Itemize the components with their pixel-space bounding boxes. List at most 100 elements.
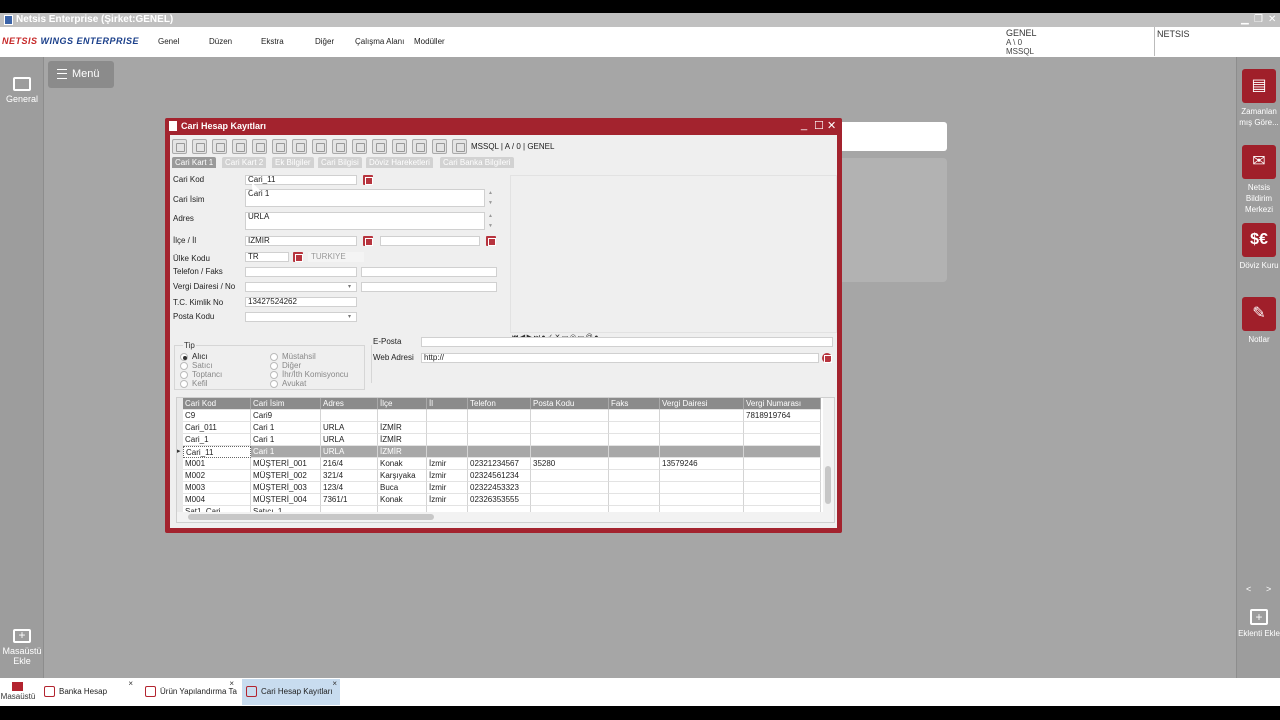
- minimize-icon[interactable]: ▁: [1241, 13, 1249, 27]
- grid-vertical-scrollbar[interactable]: [823, 398, 834, 522]
- grid-horizontal-scroll-thumb[interactable]: [188, 514, 434, 520]
- grid-cell: 02324561234: [468, 470, 531, 482]
- cari-grid[interactable]: Cari Kod Cari İsim Adres İlçe İl Telefon Posta…: [176, 397, 835, 523]
- notification-center-button[interactable]: ✉ Netsis Bildirim Merkezi: [1237, 145, 1280, 215]
- next-record-icon[interactable]: [212, 139, 227, 154]
- ilce-lookup-icon[interactable]: [363, 236, 373, 246]
- save-icon[interactable]: [272, 139, 287, 154]
- posta-kodu-select[interactable]: [245, 312, 357, 322]
- first-record-icon[interactable]: [172, 139, 187, 154]
- report-icon[interactable]: [392, 139, 407, 154]
- user-icon[interactable]: [332, 139, 347, 154]
- main-menu-button[interactable]: Menü: [48, 61, 114, 88]
- taskbar-home-button[interactable]: Masaüstü: [0, 678, 36, 706]
- adres-spin-icon[interactable]: ▲ ▼: [488, 214, 493, 229]
- globe-icon[interactable]: [822, 353, 832, 363]
- taskbar-tab-close-icon[interactable]: ×: [128, 671, 133, 697]
- telefon-field[interactable]: [245, 267, 357, 277]
- tc-kimlik-field[interactable]: 13427524262: [245, 297, 357, 307]
- scheduled-tasks-button[interactable]: ▤ Zamanlan mış Göre...: [1237, 69, 1280, 128]
- window-icon: [44, 686, 55, 697]
- panel-next-button[interactable]: >: [1266, 584, 1271, 594]
- grid-column-header[interactable]: Vergi Dairesi: [660, 398, 744, 410]
- grid-column-header[interactable]: Adres: [321, 398, 378, 410]
- taskbar-tab-urun[interactable]: Ürün Yapılandırma Ta ×: [141, 679, 237, 705]
- window-close-button[interactable]: ✕: [827, 119, 836, 132]
- menu-duzen[interactable]: Düzen: [209, 37, 232, 46]
- adres-field[interactable]: URLA: [245, 212, 485, 230]
- window-maximize-button[interactable]: ☐: [814, 119, 824, 132]
- tab-ek-bilgiler[interactable]: Ek Bilgiler: [272, 157, 314, 168]
- tab-cari-kart-2[interactable]: Cari Kart 2: [222, 157, 267, 168]
- tip-radio-alici[interactable]: [180, 353, 188, 361]
- taskbar-tab-banka[interactable]: Banka Hesap Kayıtlar ×: [40, 679, 136, 720]
- general-desktop-button[interactable]: General: [0, 77, 44, 104]
- tab-cari-bilgisi[interactable]: Cari Bilgisi: [318, 157, 362, 168]
- tip-radio-ihr-ith[interactable]: [270, 371, 278, 379]
- cari-isim-field[interactable]: Cari 1: [245, 189, 485, 207]
- add-desktop-button[interactable]: + Masaüstü Ekle: [0, 629, 44, 666]
- menu-genel[interactable]: Genel: [158, 37, 179, 46]
- notes-button[interactable]: ✎ Notlar: [1237, 297, 1280, 345]
- edit-icon[interactable]: [352, 139, 367, 154]
- window-minimize-button[interactable]: _: [801, 119, 807, 131]
- open-icon[interactable]: [252, 139, 267, 154]
- menu-diger[interactable]: Diğer: [315, 37, 334, 46]
- taskbar-tab-close-icon[interactable]: ×: [332, 671, 337, 697]
- il-lookup-icon[interactable]: [486, 236, 496, 246]
- grid-column-header[interactable]: Vergi Numarası: [744, 398, 821, 410]
- menu-moduller[interactable]: Modüller: [414, 37, 445, 46]
- eposta-label: E-Posta: [373, 337, 402, 346]
- cari-kod-lookup-icon[interactable]: [363, 175, 373, 185]
- grid-horizontal-scrollbar[interactable]: [177, 512, 823, 522]
- link-icon[interactable]: [412, 139, 427, 154]
- grid-column-header[interactable]: Telefon: [468, 398, 531, 410]
- ulke-lookup-icon[interactable]: [293, 252, 303, 262]
- grid-column-header[interactable]: Posta Kodu: [531, 398, 609, 410]
- tab-doviz-hareketleri[interactable]: Döviz Hareketleri: [366, 157, 433, 168]
- il-field[interactable]: [380, 236, 480, 246]
- add-plugin-button[interactable]: + Eklenti Ekle: [1237, 609, 1280, 639]
- panel-prev-button[interactable]: <: [1246, 584, 1251, 594]
- posta-kodu-dropdown-icon[interactable]: ▾: [348, 313, 351, 320]
- menu-ekstra[interactable]: Ekstra: [261, 37, 284, 46]
- cari-isim-spin-icon[interactable]: ▲ ▼: [488, 191, 493, 206]
- grid-cell: Cari_011: [183, 422, 251, 434]
- tip-radio-diger[interactable]: [270, 362, 278, 370]
- exchange-rate-button[interactable]: $€ Döviz Kuru: [1237, 223, 1280, 271]
- restore-icon[interactable]: ❐: [1254, 13, 1263, 27]
- web-adresi-field[interactable]: http://: [421, 353, 819, 363]
- settings-icon[interactable]: [452, 139, 467, 154]
- vergi-dairesi-select[interactable]: [245, 282, 357, 292]
- cari-kod-field[interactable]: Cari_11: [245, 175, 357, 185]
- tip-radio-avukat[interactable]: [270, 380, 278, 388]
- taskbar-tab-close-icon[interactable]: ×: [229, 671, 234, 697]
- grid-vertical-scroll-thumb[interactable]: [825, 466, 831, 504]
- faks-field[interactable]: [361, 267, 497, 277]
- prev-record-icon[interactable]: [192, 139, 207, 154]
- tab-cari-banka-bilgileri[interactable]: Cari Banka Bilgileri: [440, 157, 514, 168]
- lock-icon[interactable]: [432, 139, 447, 154]
- grid-column-header[interactable]: İlçe: [378, 398, 427, 410]
- print-icon[interactable]: [372, 139, 387, 154]
- tip-radio-satici[interactable]: [180, 362, 188, 370]
- tip-radio-kefil[interactable]: [180, 380, 188, 388]
- ulke-kodu-field[interactable]: TR: [245, 252, 289, 262]
- grid-column-header[interactable]: Faks: [609, 398, 660, 410]
- grid-column-header[interactable]: İl: [427, 398, 468, 410]
- tip-radio-toptanci[interactable]: [180, 371, 188, 379]
- delete-icon[interactable]: [292, 139, 307, 154]
- eposta-field[interactable]: [421, 337, 833, 347]
- menu-calisma-alani[interactable]: Çalışma Alanı: [355, 37, 404, 46]
- grid-column-header[interactable]: Cari Kod: [183, 398, 251, 410]
- ilce-field[interactable]: İZMİR: [245, 236, 357, 246]
- grid-column-header[interactable]: Cari İsim: [251, 398, 321, 410]
- taskbar-tab-cari[interactable]: Cari Hesap Kayıtları ×: [242, 679, 340, 705]
- tab-cari-kart-1[interactable]: Cari Kart 1: [172, 157, 217, 168]
- last-record-icon[interactable]: [232, 139, 247, 154]
- vergi-dairesi-dropdown-icon[interactable]: ▾: [348, 283, 351, 290]
- close-icon[interactable]: ✕: [1268, 13, 1276, 27]
- tip-radio-mustahsil[interactable]: [270, 353, 278, 361]
- export-icon[interactable]: [312, 139, 327, 154]
- vergi-no-field[interactable]: [361, 282, 497, 292]
